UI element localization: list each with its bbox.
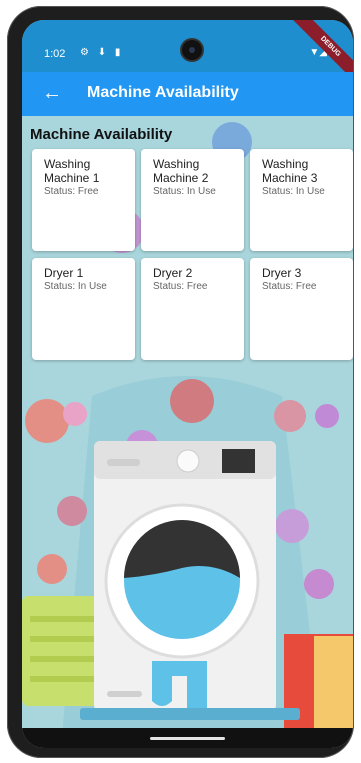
machine-status: Status: In Use [44, 281, 107, 292]
machine-grid: Washing Machine 1 Status: Free Washing M… [32, 149, 353, 360]
status-time: 1:02 [44, 48, 66, 60]
machine-card-washing-machine-3[interactable]: Washing Machine 3 Status: In Use [250, 149, 353, 251]
screen: 1:02 ⚙ ⬇ ▮ ▼◢ DEBUG ← Machine Availabili… [22, 20, 353, 748]
phone-frame: 1:02 ⚙ ⬇ ▮ ▼◢ DEBUG ← Machine Availabili… [7, 6, 354, 758]
machine-status: Status: Free [44, 186, 99, 197]
machine-status: Status: In Use [153, 186, 216, 197]
machine-status: Status: Free [262, 281, 317, 292]
home-indicator[interactable] [150, 737, 225, 740]
machine-card-washing-machine-2[interactable]: Washing Machine 2 Status: In Use [141, 149, 244, 251]
machine-name: Washing Machine 2 [153, 157, 209, 185]
machine-name: Dryer 3 [262, 266, 302, 280]
machine-card-dryer-3[interactable]: Dryer 3 Status: Free [250, 258, 353, 360]
app-bar: ← Machine Availability [22, 72, 353, 116]
section-title: Machine Availability [30, 126, 173, 143]
system-nav-bar [22, 728, 353, 748]
machine-name: Dryer 1 [44, 266, 84, 280]
machine-name: Washing Machine 3 [262, 157, 318, 185]
machine-name: Dryer 2 [153, 266, 193, 280]
machine-card-washing-machine-1[interactable]: Washing Machine 1 Status: Free [32, 149, 135, 251]
notification-icons: ⚙ ⬇ ▮ [80, 47, 124, 58]
app-bar-title: Machine Availability [87, 84, 239, 101]
machine-card-dryer-2[interactable]: Dryer 2 Status: Free [141, 258, 244, 360]
main-content: Machine Availability Washing Machine 1 S… [22, 116, 353, 728]
camera-cutout [182, 40, 202, 60]
status-bar: 1:02 ⚙ ⬇ ▮ ▼◢ DEBUG [22, 20, 353, 84]
machine-card-dryer-1[interactable]: Dryer 1 Status: In Use [32, 258, 135, 360]
machine-name: Washing Machine 1 [44, 157, 100, 185]
machine-status: Status: Free [153, 281, 208, 292]
back-arrow-icon[interactable]: ← [42, 81, 62, 105]
machine-status: Status: In Use [262, 186, 325, 197]
